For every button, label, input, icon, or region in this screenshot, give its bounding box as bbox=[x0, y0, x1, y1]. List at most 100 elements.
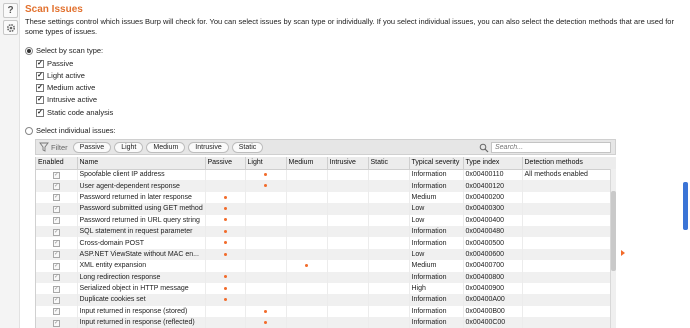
column-header-severity[interactable]: Typical severity bbox=[409, 157, 464, 170]
row-enabled-checkbox[interactable]: ✓ bbox=[53, 319, 60, 327]
table-row[interactable]: ✓ Password returned in URL query string Lo… bbox=[36, 214, 616, 226]
passive-cell bbox=[205, 225, 246, 238]
table-scrollbar[interactable] bbox=[610, 169, 616, 328]
row-enabled-checkbox[interactable]: ✓ bbox=[53, 217, 60, 225]
enabled-cell[interactable]: ✓ bbox=[36, 271, 78, 283]
checkbox-passive-box[interactable]: ✓ bbox=[36, 59, 44, 68]
table-row[interactable]: ✓ User agent-dependent response Informatio… bbox=[36, 180, 616, 192]
detection-methods-cell bbox=[522, 305, 616, 318]
enabled-cell[interactable]: ✓ bbox=[36, 237, 78, 249]
column-header-name[interactable]: Name bbox=[77, 157, 206, 170]
window-scrollbar-thumb[interactable] bbox=[683, 182, 688, 230]
enabled-cell[interactable]: ✓ bbox=[36, 203, 78, 215]
table-row[interactable]: ✓ Input returned in response (stored) Info… bbox=[36, 305, 616, 318]
intrusive-cell bbox=[327, 225, 369, 238]
detection-methods-cell bbox=[522, 294, 616, 306]
filter-static-button[interactable]: Static bbox=[231, 141, 264, 153]
enabled-cell[interactable]: ✓ bbox=[36, 317, 78, 328]
column-header-enabled[interactable]: Enabled bbox=[36, 157, 78, 170]
table-row[interactable]: ✓ Input returned in response (reflected) I… bbox=[36, 317, 616, 328]
search-input[interactable] bbox=[491, 142, 611, 153]
checkbox-intrusive-active[interactable]: ✓ Intrusive active bbox=[36, 95, 97, 104]
column-header-static[interactable]: Static bbox=[368, 157, 410, 170]
passive-dot-icon bbox=[223, 252, 227, 256]
help-icon[interactable]: ? bbox=[3, 3, 18, 18]
checkbox-intrusive-active-box[interactable]: ✓ bbox=[36, 95, 44, 104]
enabled-cell[interactable]: ✓ bbox=[36, 180, 78, 192]
enabled-cell[interactable]: ✓ bbox=[36, 169, 78, 181]
table-row[interactable]: ✓ Password submitted using GET method Low 0… bbox=[36, 203, 616, 215]
filter-intrusive-button[interactable]: Intrusive bbox=[188, 141, 229, 153]
row-enabled-checkbox[interactable]: ✓ bbox=[53, 262, 60, 270]
table-row[interactable]: ✓ Long redirection response Information 0x0… bbox=[36, 271, 616, 283]
filter-medium-button[interactable]: Medium bbox=[146, 141, 186, 153]
table-row[interactable]: ✓ Password returned in later response Medi… bbox=[36, 191, 616, 204]
checkbox-static-code-box[interactable]: ✓ bbox=[36, 108, 44, 117]
column-header-detection-methods[interactable]: Detection methods bbox=[522, 157, 616, 170]
checkbox-medium-active-box[interactable]: ✓ bbox=[36, 83, 44, 92]
table-body: ✓ Spoofable client IP address Information 0… bbox=[36, 169, 616, 328]
checkbox-static-code[interactable]: ✓ Static code analysis bbox=[36, 108, 113, 117]
checkbox-light-active-label: Light active bbox=[47, 71, 85, 80]
table-row[interactable]: ✓ Duplicate cookies set Information 0x00400… bbox=[36, 294, 616, 306]
row-enabled-checkbox[interactable]: ✓ bbox=[53, 171, 60, 179]
table-scrollbar-thumb[interactable] bbox=[611, 191, 616, 271]
enabled-cell[interactable]: ✓ bbox=[36, 214, 78, 226]
row-enabled-checkbox[interactable]: ✓ bbox=[53, 240, 60, 248]
column-header-intrusive[interactable]: Intrusive bbox=[327, 157, 369, 170]
row-enabled-checkbox[interactable]: ✓ bbox=[53, 296, 60, 304]
filter-toggle[interactable]: Filter bbox=[39, 142, 68, 152]
scan-type-radio[interactable] bbox=[25, 46, 33, 55]
checkbox-passive[interactable]: ✓ Passive bbox=[36, 59, 73, 68]
intrusive-cell bbox=[327, 180, 369, 192]
row-enabled-checkbox[interactable]: ✓ bbox=[53, 228, 60, 236]
table-row[interactable]: ✓ Spoofable client IP address Information 0… bbox=[36, 169, 616, 181]
row-enabled-checkbox[interactable]: ✓ bbox=[53, 205, 60, 213]
row-enabled-checkbox[interactable]: ✓ bbox=[53, 308, 60, 316]
panel-collapse-arrow-icon[interactable] bbox=[621, 250, 625, 256]
row-enabled-checkbox[interactable]: ✓ bbox=[53, 194, 60, 202]
column-header-passive[interactable]: Passive bbox=[205, 157, 246, 170]
row-enabled-checkbox[interactable]: ✓ bbox=[53, 183, 60, 191]
table-row[interactable]: ✓ XML entity expansion Medium 0x00400700 bbox=[36, 260, 616, 272]
enabled-cell[interactable]: ✓ bbox=[36, 282, 78, 295]
column-header-medium[interactable]: Medium bbox=[286, 157, 328, 170]
issue-name-cell: SQL statement in request parameter bbox=[77, 225, 206, 238]
medium-cell bbox=[286, 237, 328, 249]
individual-issues-radio[interactable] bbox=[25, 126, 33, 135]
column-header-type-index[interactable]: Type index bbox=[463, 157, 523, 170]
row-enabled-checkbox[interactable]: ✓ bbox=[53, 251, 60, 259]
filter-passive-button[interactable]: Passive bbox=[72, 141, 112, 153]
enabled-cell[interactable]: ✓ bbox=[36, 260, 78, 272]
individual-radio-row[interactable]: Select individual issues: bbox=[25, 126, 116, 135]
enabled-cell[interactable]: ✓ bbox=[36, 225, 78, 238]
issue-name-cell: Serialized object in HTTP message bbox=[77, 282, 206, 295]
enabled-cell[interactable]: ✓ bbox=[36, 305, 78, 318]
passive-cell bbox=[205, 214, 246, 226]
table-row[interactable]: ✓ ASP.NET ViewState without MAC en... Low 0… bbox=[36, 248, 616, 261]
checkbox-medium-active[interactable]: ✓ Medium active bbox=[36, 83, 95, 92]
type-index-cell: 0x00400800 bbox=[463, 271, 523, 283]
scan-type-radio-row[interactable]: Select by scan type: bbox=[25, 46, 103, 55]
row-enabled-checkbox[interactable]: ✓ bbox=[53, 274, 60, 282]
table-row[interactable]: ✓ Cross-domain POST Information 0x00400500 bbox=[36, 237, 616, 249]
intrusive-cell bbox=[327, 248, 369, 261]
static-cell bbox=[368, 317, 410, 328]
table-row[interactable]: ✓ SQL statement in request parameter Infor… bbox=[36, 225, 616, 238]
checkbox-static-code-label: Static code analysis bbox=[47, 108, 114, 117]
gear-icon[interactable] bbox=[3, 20, 18, 35]
filter-light-button[interactable]: Light bbox=[114, 141, 144, 153]
medium-cell bbox=[286, 271, 328, 283]
checkbox-light-active-box[interactable]: ✓ bbox=[36, 71, 44, 80]
column-header-light[interactable]: Light bbox=[245, 157, 287, 170]
passive-cell bbox=[205, 237, 246, 249]
table-row[interactable]: ✓ Serialized object in HTTP message High 0x… bbox=[36, 282, 616, 295]
severity-cell: Information bbox=[409, 225, 464, 238]
static-cell bbox=[368, 294, 410, 306]
row-enabled-checkbox[interactable]: ✓ bbox=[53, 285, 60, 293]
enabled-cell[interactable]: ✓ bbox=[36, 248, 78, 261]
detection-methods-cell: All methods enabled bbox=[522, 169, 616, 181]
enabled-cell[interactable]: ✓ bbox=[36, 294, 78, 306]
enabled-cell[interactable]: ✓ bbox=[36, 191, 78, 204]
checkbox-light-active[interactable]: ✓ Light active bbox=[36, 71, 85, 80]
